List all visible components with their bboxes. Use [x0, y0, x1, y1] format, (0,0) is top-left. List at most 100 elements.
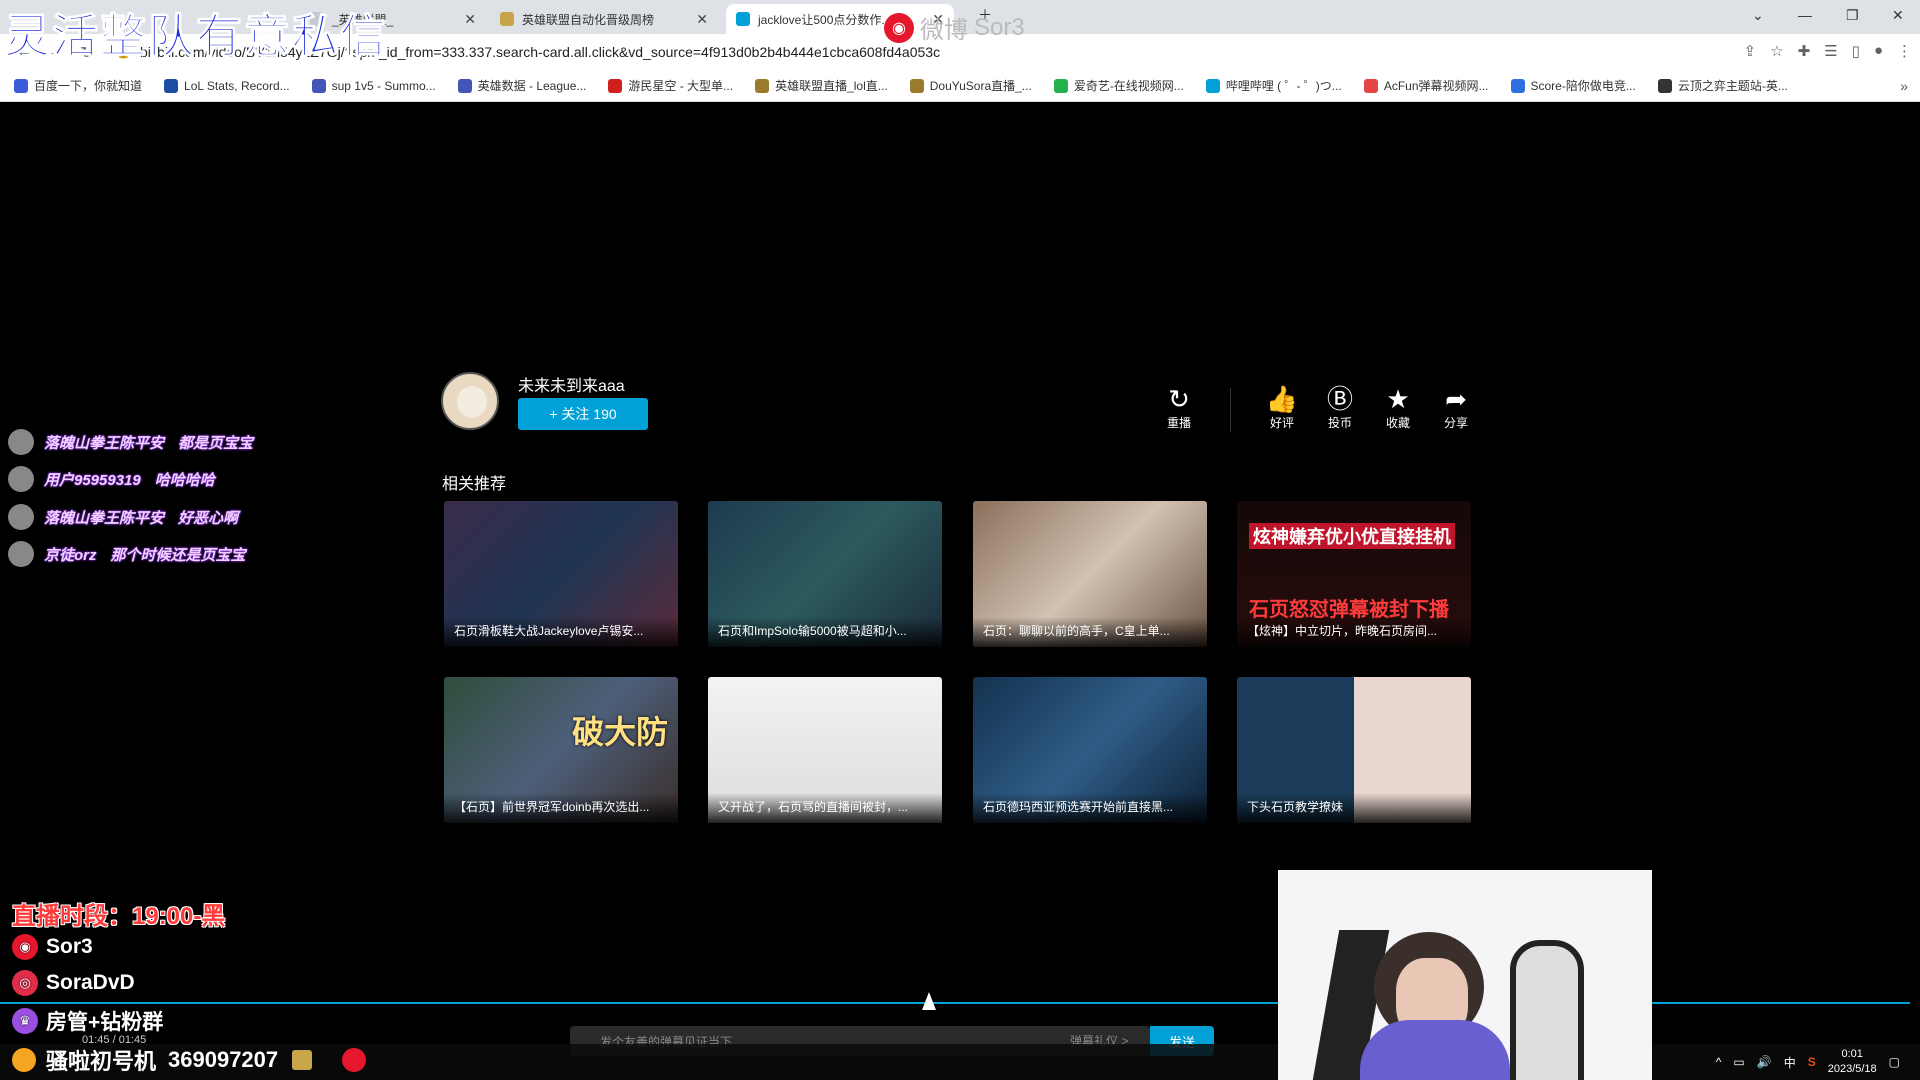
bookmark-item[interactable]: 云顶之弈主题站-英...: [1657, 77, 1788, 94]
weibo-taskbar-icon[interactable]: [342, 1048, 367, 1072]
bookmark-favicon: [164, 78, 179, 93]
related-video-card[interactable]: 石页：聊聊以前的高手，C皇上单...: [973, 501, 1207, 647]
bookmark-label: 百度一下，你就知道: [34, 79, 143, 93]
bookmark-label: 云顶之弈主题站-英...: [1677, 79, 1788, 93]
bookmark-item[interactable]: sup 1v5 - Summo...: [311, 78, 436, 93]
bookmark-item[interactable]: 英雄数据 - League...: [457, 77, 587, 94]
related-title: 相关推荐: [442, 476, 507, 493]
avatar: [8, 429, 34, 455]
fan-group-text: 房管+钻粉群: [46, 1011, 164, 1034]
clock-date: 2023/5/18: [1827, 1063, 1877, 1075]
bookmark-item[interactable]: Score-陪你做电竞...: [1510, 77, 1636, 94]
weibo-icon: ◉: [884, 12, 914, 43]
notification-icon[interactable]: ▢: [1889, 1055, 1900, 1069]
bookmark-item[interactable]: 百度一下，你就知道: [14, 77, 142, 94]
end-screen-actions: ↻ 重播 👍 好评 Ⓑ 投币 ★ 收藏 ➦ 分享: [1150, 384, 1485, 432]
favorite-button[interactable]: ★ 收藏: [1369, 384, 1427, 432]
bookmark-favicon: [1205, 78, 1220, 93]
bookmark-label: LoL Stats, Record...: [184, 78, 290, 93]
restore-icon[interactable]: ❐: [1846, 0, 1859, 30]
coin-icon: Ⓑ: [1326, 384, 1353, 414]
minimize-icon[interactable]: —: [1798, 0, 1812, 30]
bookmark-item[interactable]: 爱奇艺-在线视频网...: [1053, 77, 1184, 94]
share-button[interactable]: ➦ 分享: [1427, 384, 1485, 432]
network-icon[interactable]: ▭: [1733, 1055, 1744, 1069]
side-panel-icon[interactable]: ▯: [1852, 42, 1860, 60]
related-video-card[interactable]: 下头石页教学撩妹: [1237, 677, 1471, 823]
danmaku-message: 落魄山拳王陈平安 好恶心啊: [8, 504, 238, 530]
danmaku-user: 用户95959319: [44, 471, 141, 489]
bookmark-item[interactable]: LoL Stats, Record...: [164, 78, 290, 93]
bookmark-label: 英雄数据 - League...: [477, 79, 587, 93]
bookmark-favicon: [14, 78, 28, 93]
uploader-name[interactable]: 未来未到来aaa: [518, 372, 625, 396]
extensions-icon[interactable]: ✚: [1798, 42, 1811, 60]
bookmark-item[interactable]: 游民星空 - 大型单...: [608, 77, 733, 94]
bookmark-item[interactable]: 英雄联盟直播_lol直...: [755, 77, 888, 94]
bookmark-label: DouYuSora直播_...: [929, 79, 1032, 93]
bookmarks-overflow-icon[interactable]: »: [1900, 78, 1908, 94]
related-video-card[interactable]: 又开战了，石页骂的直播间被封，...: [708, 677, 942, 823]
douyin-handle: ◎ SoraDvD: [12, 970, 135, 996]
coin-button[interactable]: Ⓑ 投币: [1311, 384, 1369, 432]
overlay-title: 灵活整队有意私信: [4, 10, 388, 63]
profile-icon[interactable]: ●: [1874, 42, 1883, 60]
related-video-card[interactable]: 炫神嫌弃优小优直接挂机 石页怒怼弹幕被封下播 【炫神】中立切片，昨晚石页房间...: [1237, 501, 1471, 647]
bookmark-item[interactable]: DouYuSora直播_...: [909, 77, 1032, 94]
reading-list-icon[interactable]: ☰: [1824, 42, 1837, 60]
like-label: 好评: [1269, 416, 1294, 430]
danmaku-message: 落魄山拳王陈平安 都是页宝宝: [8, 429, 253, 455]
ime-indicator[interactable]: 中: [1784, 1054, 1796, 1071]
replay-icon: ↻: [1168, 384, 1190, 414]
bookmark-label: Score-陪你做电竞...: [1530, 79, 1636, 93]
bookmark-star-icon[interactable]: ☆: [1770, 42, 1783, 60]
tray-chevron-icon[interactable]: ^: [1716, 1055, 1722, 1069]
close-icon[interactable]: ✕: [464, 11, 476, 28]
bookmark-favicon: [1510, 78, 1525, 93]
danmaku-user: 落魄山拳王陈平安: [44, 509, 165, 527]
douyin-icon: ◎: [12, 970, 38, 996]
related-video-title: 下头石页教学撩妹: [1237, 793, 1471, 823]
bookmark-label: 哔哩哔哩 ( ゜- ゜)つ...: [1225, 79, 1342, 93]
replay-button[interactable]: ↻ 重播: [1150, 384, 1208, 432]
related-video-title: 石页德玛西亚预选赛开始前直接黑...: [973, 793, 1207, 823]
coin-label: 投币: [1327, 416, 1352, 430]
volume-icon[interactable]: 🔊: [1757, 1055, 1772, 1069]
like-button[interactable]: 👍 好评: [1253, 384, 1311, 432]
share-arrow-icon: ➦: [1445, 384, 1467, 414]
lol-taskbar-icon[interactable]: [292, 1050, 313, 1070]
related-video-card[interactable]: 破大防 【石页】前世界冠军doinb再次选出...: [444, 677, 678, 823]
weibo-handle-text: Sor3: [46, 935, 93, 958]
related-video-card[interactable]: 石页德玛西亚预选赛开始前直接黑...: [973, 677, 1207, 823]
follow-button[interactable]: + 关注 190: [518, 398, 648, 430]
close-icon[interactable]: ✕: [696, 11, 708, 28]
bookmark-favicon: [608, 78, 623, 93]
avatar: [8, 466, 34, 492]
bookmarks-bar: 百度一下，你就知道 LoL Stats, Record... sup 1v5 - S…: [0, 70, 1920, 102]
close-window-icon[interactable]: ✕: [1892, 0, 1904, 30]
bilibili-favicon: [736, 12, 750, 26]
avatar: [8, 541, 34, 567]
related-video-card[interactable]: 石页滑板鞋大战Jackeylove卢锡安...: [444, 501, 678, 647]
browser-tab[interactable]: 英雄联盟自动化晋级周榜 ✕: [490, 4, 718, 34]
taskbar-clock[interactable]: 0:01 2023/5/18: [1828, 1047, 1877, 1077]
qq-number: 369097207: [168, 1047, 279, 1072]
menu-icon[interactable]: ⋮: [1897, 42, 1912, 60]
bookmark-favicon: [1657, 78, 1672, 93]
sogou-icon[interactable]: S: [1808, 1055, 1816, 1069]
danmaku-message: 用户95959319 哈哈哈哈: [8, 466, 215, 492]
danmaku-text: 都是页宝宝: [178, 434, 254, 452]
bookmark-item[interactable]: 哔哩哔哩 ( ゜- ゜)つ...: [1205, 77, 1342, 94]
tab-search-icon[interactable]: ⌄: [1752, 0, 1764, 30]
bookmark-item[interactable]: AcFun弹幕视频网...: [1363, 77, 1489, 94]
qq-penguin-icon: [12, 1048, 36, 1072]
douyin-handle-text: SoraDvD: [46, 971, 135, 994]
share-page-icon[interactable]: ⇪: [1744, 42, 1757, 60]
avatar[interactable]: [441, 372, 499, 430]
share-label: 分享: [1443, 416, 1468, 430]
system-tray: ^ ▭ 🔊 中 S 0:01 2023/5/18 ▢: [1716, 1044, 1900, 1080]
related-video-card[interactable]: 石页和ImpSolo输5000被马超和小...: [708, 501, 942, 647]
related-video-title: 石页和ImpSolo输5000被马超和小...: [708, 617, 942, 647]
tab-title: jacklove让500点分数作...: [758, 12, 892, 27]
bookmark-label: AcFun弹幕视频网...: [1383, 79, 1489, 93]
